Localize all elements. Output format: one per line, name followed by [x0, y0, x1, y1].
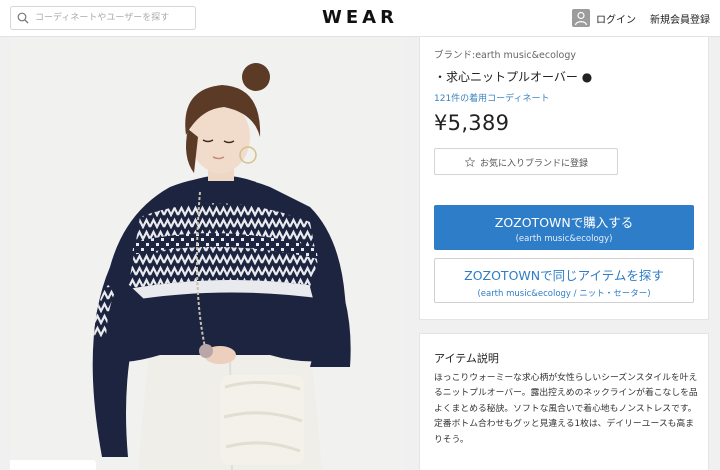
person-icon: [574, 11, 588, 26]
item-description-panel: アイテム説明 ほっこりウォーミーな求心柄が女性らしいシーズンスタイルを叶えるニッ…: [419, 333, 709, 470]
star-icon: [465, 157, 475, 167]
description-title: アイテム説明: [434, 352, 499, 365]
zozotown-same-item-button[interactable]: ZOZOTOWNで同じアイテムを探す (earth music&ecology …: [434, 258, 694, 303]
description-text: ほっこりウォーミーな求心柄が女性らしいシーズンスタイルを叶えるニットプルオーバー…: [434, 373, 698, 445]
item-info-panel: ブランド:earth music&ecology ・求心ニットプルオーバー ● …: [419, 37, 709, 320]
brand-name[interactable]: ブランド:earth music&ecology: [434, 47, 576, 61]
model-photo-illustration: [10, 37, 404, 470]
favorite-brand-button[interactable]: お気に入りブランドに登録: [434, 148, 618, 175]
user-icon[interactable]: [572, 9, 590, 27]
coordinate-count-link[interactable]: 121件の着用コーディネート: [434, 91, 550, 104]
register-link[interactable]: 新規会員登録: [650, 11, 710, 26]
search-box[interactable]: [10, 6, 196, 30]
search-input[interactable]: [35, 9, 193, 27]
buy-button-label: ZOZOTOWNで購入する: [494, 215, 634, 230]
login-link[interactable]: ログイン: [596, 11, 636, 26]
same-item-button-sublabel: (earth music&ecology / ニット・セーター): [477, 289, 651, 299]
site-header: WEAR ログイン 新規会員登録: [0, 0, 720, 37]
favorite-brand-label: お気に入りブランドに登録: [480, 159, 589, 169]
coordinate-photo[interactable]: [10, 37, 404, 470]
search-icon: [17, 12, 29, 24]
buy-button-sublabel: (earth music&ecology): [515, 234, 613, 244]
site-logo[interactable]: WEAR: [318, 7, 402, 28]
zozotown-buy-button[interactable]: ZOZOTOWNで購入する (earth music&ecology): [434, 205, 694, 250]
same-item-button-label: ZOZOTOWNで同じアイテムを探す: [464, 268, 664, 283]
item-name: ・求心ニットプルオーバー ●: [434, 70, 593, 84]
photo-label-tab: [10, 460, 96, 470]
item-price: ¥5,389: [434, 111, 510, 135]
